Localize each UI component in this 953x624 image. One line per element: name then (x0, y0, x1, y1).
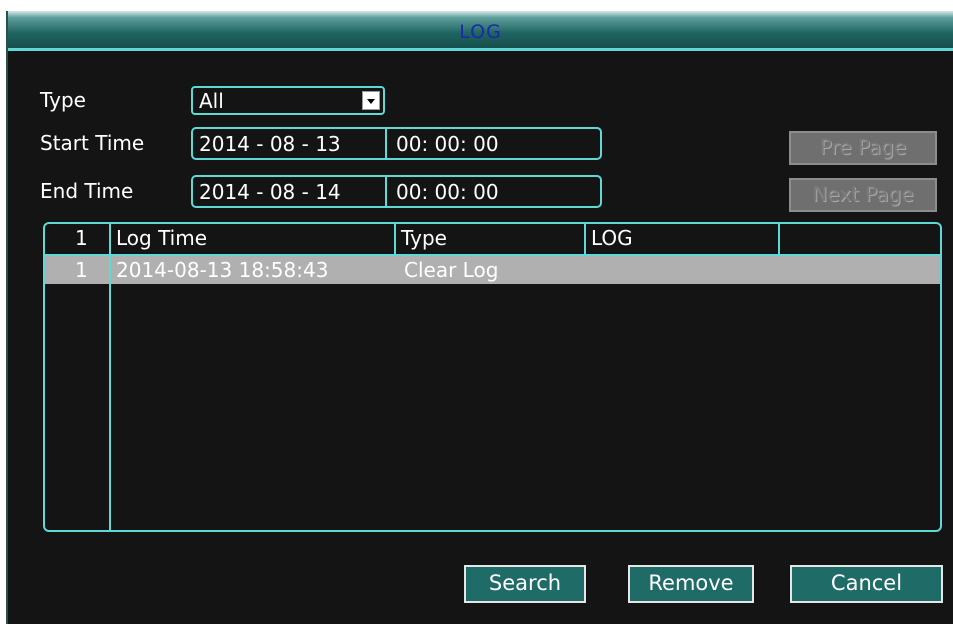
title-bar: LOG (8, 11, 953, 51)
field-divider (385, 129, 387, 158)
column-header-log-time: Log Time (116, 226, 208, 250)
end-time-label: End Time (40, 179, 134, 203)
column-header-log: LOG (591, 226, 633, 250)
log-window: LOG Type All Start Time 2014 - 08 - 13 0… (6, 11, 953, 624)
start-date-value[interactable]: 2014 - 08 - 13 (199, 132, 341, 156)
type-select-value: All (199, 89, 224, 113)
type-select[interactable]: All (191, 86, 385, 115)
table-row[interactable]: 1 2014-08-13 18:58:43 Clear Log (45, 256, 940, 284)
remove-button[interactable]: Remove (628, 565, 754, 603)
search-button[interactable]: Search (464, 565, 586, 603)
cancel-button[interactable]: Cancel (790, 565, 943, 603)
end-time-field[interactable]: 2014 - 08 - 14 00: 00: 00 (191, 175, 602, 208)
end-date-value[interactable]: 2014 - 08 - 14 (199, 180, 341, 204)
row-type: Clear Log (404, 258, 499, 282)
row-log-time: 2014-08-13 18:58:43 (116, 258, 329, 282)
table-header: 1 Log Time Type LOG (45, 224, 940, 256)
start-time-value[interactable]: 00: 00: 00 (396, 132, 499, 156)
window-title: LOG (459, 21, 502, 43)
column-divider (584, 224, 586, 254)
start-time-field[interactable]: 2014 - 08 - 13 00: 00: 00 (191, 127, 602, 160)
column-divider (778, 224, 780, 254)
column-header-index: 1 (75, 226, 88, 250)
column-divider (394, 224, 396, 254)
type-label: Type (40, 88, 86, 112)
start-time-label: Start Time (40, 131, 145, 155)
log-table: 1 Log Time Type LOG 1 2014-08-13 18:58:4… (43, 222, 942, 532)
end-time-value[interactable]: 00: 00: 00 (396, 180, 499, 204)
row-index: 1 (75, 258, 88, 282)
column-header-type: Type (401, 226, 447, 250)
chevron-down-icon[interactable] (362, 91, 380, 110)
pre-page-button[interactable]: Pre Page (789, 131, 937, 165)
index-column-divider (109, 224, 111, 530)
field-divider (385, 177, 387, 206)
next-page-button[interactable]: Next Page (789, 178, 937, 212)
